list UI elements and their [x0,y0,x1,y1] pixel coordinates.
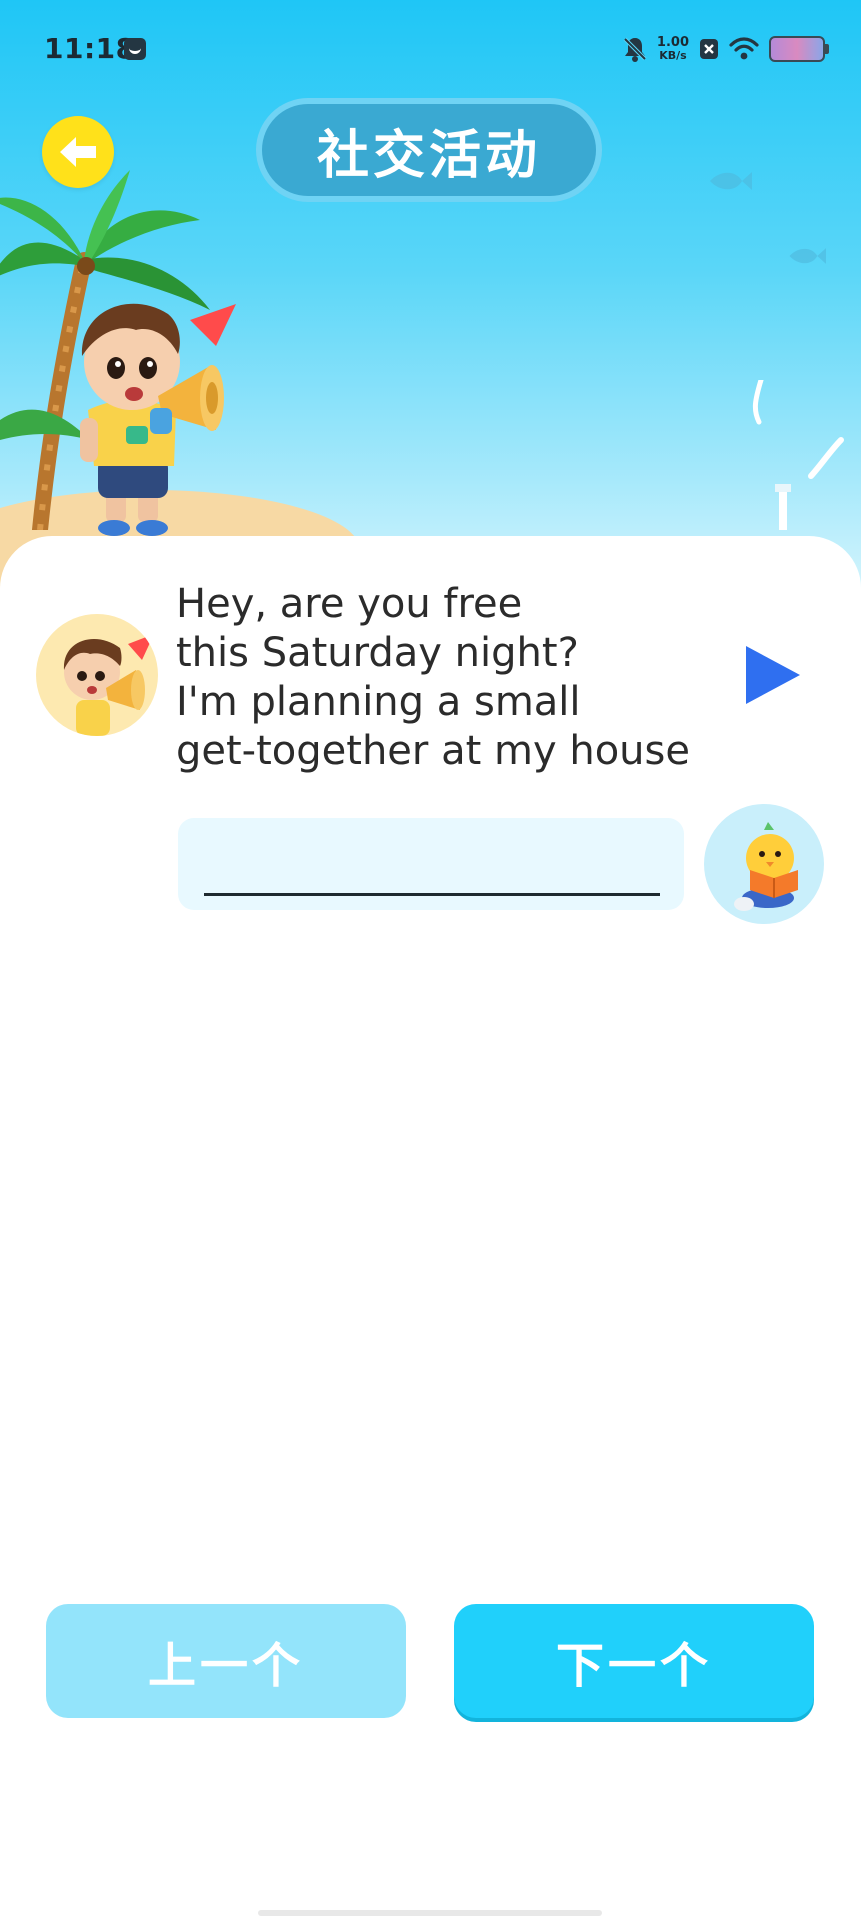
network-speed: 1.00 KB/s [657,36,689,62]
answer-input-box[interactable] [178,818,684,910]
boy-megaphone-illustration [80,303,236,536]
next-button[interactable]: 下一个 [454,1604,814,1718]
back-button[interactable] [42,116,114,188]
wifi-icon [729,37,759,60]
network-speed-unit: KB/s [659,49,687,62]
mute-bell-icon [623,37,647,62]
status-time: 11:18 [44,32,136,65]
dialogue-line: I'm planning a small [176,679,581,725]
hint-helper-button[interactable] [704,804,824,924]
dialogue-line: Hey, are you free [176,581,523,627]
seagulls-illustration [752,380,844,530]
dialogue-sentence: Hey, are you free this Saturday night? I… [176,580,696,776]
fish-silhouette-icon [789,248,826,264]
x-box-icon [700,39,718,59]
reading-chick-icon [734,822,798,911]
dialogue-line: this Saturday night? [176,630,579,676]
network-speed-value: 1.00 [656,35,689,50]
status-bar: 11:18 1.00 KB/s [0,0,861,100]
speaker-avatar [36,614,158,736]
arrow-left-icon [60,137,96,167]
app-notification-icon [124,38,146,60]
play-triangle-icon[interactable] [744,644,802,706]
previous-button[interactable]: 上一个 [46,1604,406,1718]
fish-silhouette-icon [710,172,752,190]
home-indicator[interactable] [258,1910,602,1916]
dialogue-line: get-together at my house [176,728,690,774]
battery-icon [769,36,829,62]
boy-megaphone-avatar [63,634,154,736]
answer-blank-line[interactable] [204,893,660,896]
page-title: 社交活动 [262,104,596,196]
status-indicators: 1.00 KB/s [623,34,829,64]
